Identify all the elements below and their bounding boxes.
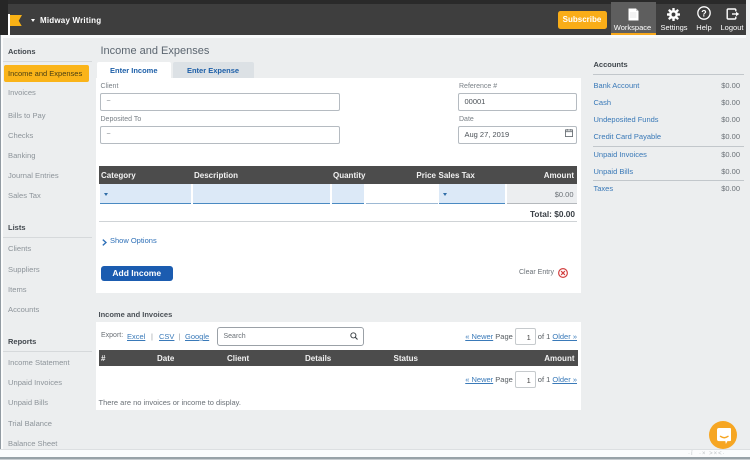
svg-text:?: ?: [701, 8, 706, 18]
